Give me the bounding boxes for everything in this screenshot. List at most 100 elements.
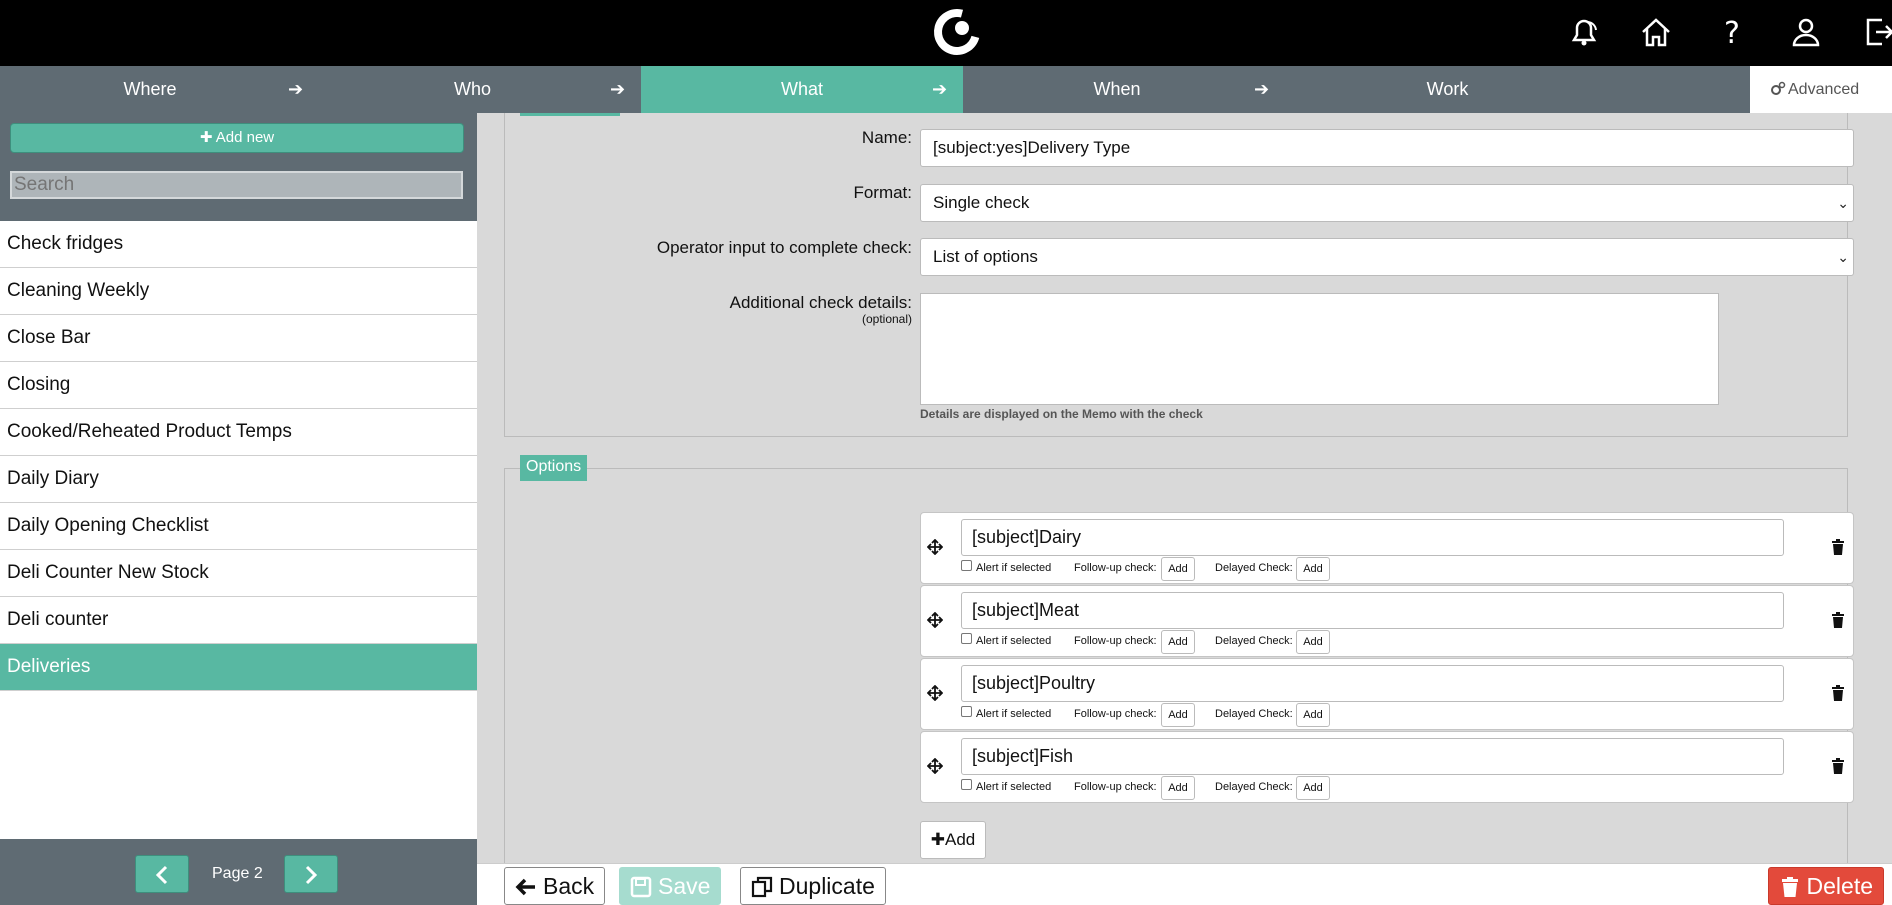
advanced-label: Advanced — [1788, 81, 1860, 98]
option-row: [subject]Meat Alert if selected Follow-u… — [920, 585, 1854, 657]
action-bar: Back Save Duplicate Delete — [477, 863, 1892, 905]
back-label: Back — [543, 873, 595, 899]
arrow-right-icon: ➔ — [1254, 79, 1270, 99]
option-row: [subject]Poultry Alert if selected Follo… — [920, 658, 1854, 730]
copy-icon — [751, 876, 773, 898]
arrow-left-icon — [515, 878, 535, 896]
followup-add-button[interactable]: Add — [1161, 776, 1195, 800]
add-option-button[interactable]: ✚Add — [920, 821, 986, 859]
option-input[interactable]: [subject]Dairy — [961, 519, 1784, 556]
list-item[interactable]: Daily Opening Checklist — [0, 503, 477, 550]
delayed-add-button[interactable]: Add — [1296, 557, 1330, 581]
help-icon[interactable]: ? — [1714, 14, 1750, 51]
list-item[interactable]: Cooked/Reheated Product Temps — [0, 409, 477, 456]
delete-label: Delete — [1806, 873, 1873, 899]
tab-when[interactable]: When — [963, 66, 1271, 113]
option-input[interactable]: [subject]Meat — [961, 592, 1784, 629]
move-icon[interactable] — [927, 685, 943, 701]
pagination: Page 2 — [0, 839, 477, 905]
list-item[interactable]: Close Bar — [0, 315, 477, 362]
delayed-label: Delayed Check: — [1215, 781, 1293, 793]
tab-who[interactable]: Who — [320, 66, 625, 113]
notification-bell-icon[interactable] — [1566, 14, 1602, 50]
back-button[interactable]: Back — [504, 867, 606, 905]
alert-checkbox[interactable] — [961, 633, 972, 644]
move-icon[interactable] — [927, 539, 943, 555]
alert-checkbox[interactable] — [961, 706, 972, 717]
list-item[interactable]: Cleaning Weekly — [0, 268, 477, 315]
alert-label: Alert if selected — [976, 708, 1052, 720]
alert-checkbox[interactable] — [961, 779, 972, 790]
list-item[interactable]: Deli Counter New Stock — [0, 550, 477, 597]
chevron-right-icon — [305, 865, 318, 885]
option-input[interactable]: [subject]Fish — [961, 738, 1784, 775]
page-label: Page 2 — [212, 865, 263, 882]
alert-label: Alert if selected — [976, 781, 1052, 793]
followup-label: Follow-up check: — [1074, 635, 1157, 647]
followup-add-button[interactable]: Add — [1161, 703, 1195, 727]
delayed-add-button[interactable]: Add — [1296, 630, 1330, 654]
advanced-button[interactable]: Advanced — [1750, 66, 1892, 113]
prev-page-button[interactable] — [135, 855, 189, 893]
format-value: Single check — [933, 193, 1030, 212]
delayed-add-button[interactable]: Add — [1296, 776, 1330, 800]
plus-icon: ✚ — [199, 129, 213, 146]
save-icon — [630, 876, 652, 898]
arrow-right-icon: ➔ — [932, 79, 948, 99]
main-content: Name: [subject:yes]Delivery Type Format:… — [477, 113, 1892, 863]
format-label: Format: — [853, 183, 912, 202]
user-icon[interactable] — [1788, 14, 1824, 50]
list-item[interactable]: Daily Diary — [0, 456, 477, 503]
plus-icon: ✚ — [930, 830, 945, 849]
operator-input-select[interactable]: List of options ⌄ — [920, 238, 1854, 276]
delete-button[interactable]: Delete — [1767, 867, 1884, 905]
alert-label: Alert if selected — [976, 635, 1052, 647]
save-label: Save — [658, 873, 711, 899]
list-item[interactable]: Deli counter — [0, 597, 477, 644]
option-row: [subject]Dairy Alert if selected Follow-… — [920, 512, 1854, 584]
option-input[interactable]: [subject]Poultry — [961, 665, 1784, 702]
trash-icon — [1781, 877, 1798, 897]
arrow-right-icon: ➔ — [610, 79, 626, 99]
alert-checkbox[interactable] — [961, 560, 972, 571]
search-input[interactable] — [10, 171, 463, 199]
next-page-button[interactable] — [284, 855, 338, 893]
trash-icon[interactable] — [1831, 685, 1845, 701]
chevron-down-icon: ⌄ — [1837, 249, 1849, 265]
tab-where[interactable]: Where — [0, 66, 300, 113]
home-icon[interactable] — [1638, 14, 1674, 50]
duplicate-label: Duplicate — [779, 873, 875, 899]
followup-add-button[interactable]: Add — [1161, 630, 1195, 654]
details-textarea[interactable] — [920, 293, 1719, 405]
list-item[interactable]: Closing — [0, 362, 477, 409]
tab-work[interactable]: Work — [1280, 66, 1615, 113]
move-icon[interactable] — [927, 758, 943, 774]
add-option-label: Add — [945, 830, 976, 849]
add-new-label: Add new — [215, 129, 275, 146]
sidebar: ✚ Add new Check fridges Cleaning Weekly … — [0, 113, 477, 905]
format-select[interactable]: Single check ⌄ — [920, 184, 1854, 222]
operator-input-label: Operator input to complete check: — [656, 238, 912, 257]
details-optional-label: (optional) — [861, 312, 912, 326]
list-item[interactable]: Check fridges — [0, 221, 477, 268]
logout-icon[interactable] — [1862, 14, 1892, 50]
delayed-label: Delayed Check: — [1215, 708, 1293, 720]
option-row: [subject]Fish Alert if selected Follow-u… — [920, 731, 1854, 803]
list-item-selected[interactable]: Deliveries — [0, 644, 477, 691]
trash-icon[interactable] — [1831, 539, 1845, 555]
followup-add-button[interactable]: Add — [1161, 557, 1195, 581]
followup-label: Follow-up check: — [1074, 562, 1157, 574]
delayed-add-button[interactable]: Add — [1296, 703, 1330, 727]
trash-icon[interactable] — [1831, 758, 1845, 774]
logo-dot — [955, 21, 969, 35]
move-icon[interactable] — [927, 612, 943, 628]
name-input[interactable]: [subject:yes]Delivery Type — [920, 129, 1854, 167]
sidebar-header: ✚ Add new — [0, 113, 477, 221]
trash-icon[interactable] — [1831, 612, 1845, 628]
arrow-right-icon: ➔ — [288, 79, 304, 99]
chevron-down-icon: ⌄ — [1837, 195, 1849, 211]
tab-what[interactable]: What — [641, 66, 963, 113]
duplicate-button[interactable]: Duplicate — [740, 867, 886, 905]
save-button[interactable]: Save — [619, 867, 722, 905]
add-new-button[interactable]: ✚ Add new — [10, 123, 464, 153]
